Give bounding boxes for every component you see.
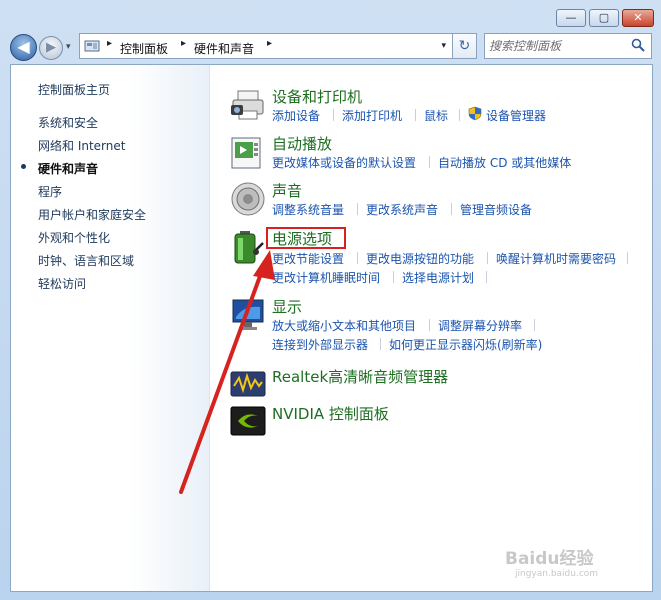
red-arrow-annotation xyxy=(179,250,275,494)
control-panel-window: — ▢ ✕ ◀ ▶ ▾ ▸ 控制面板 ▸ 硬件和声音 ▸ ▾ ↻ 搜索控制面板 … xyxy=(0,0,661,600)
